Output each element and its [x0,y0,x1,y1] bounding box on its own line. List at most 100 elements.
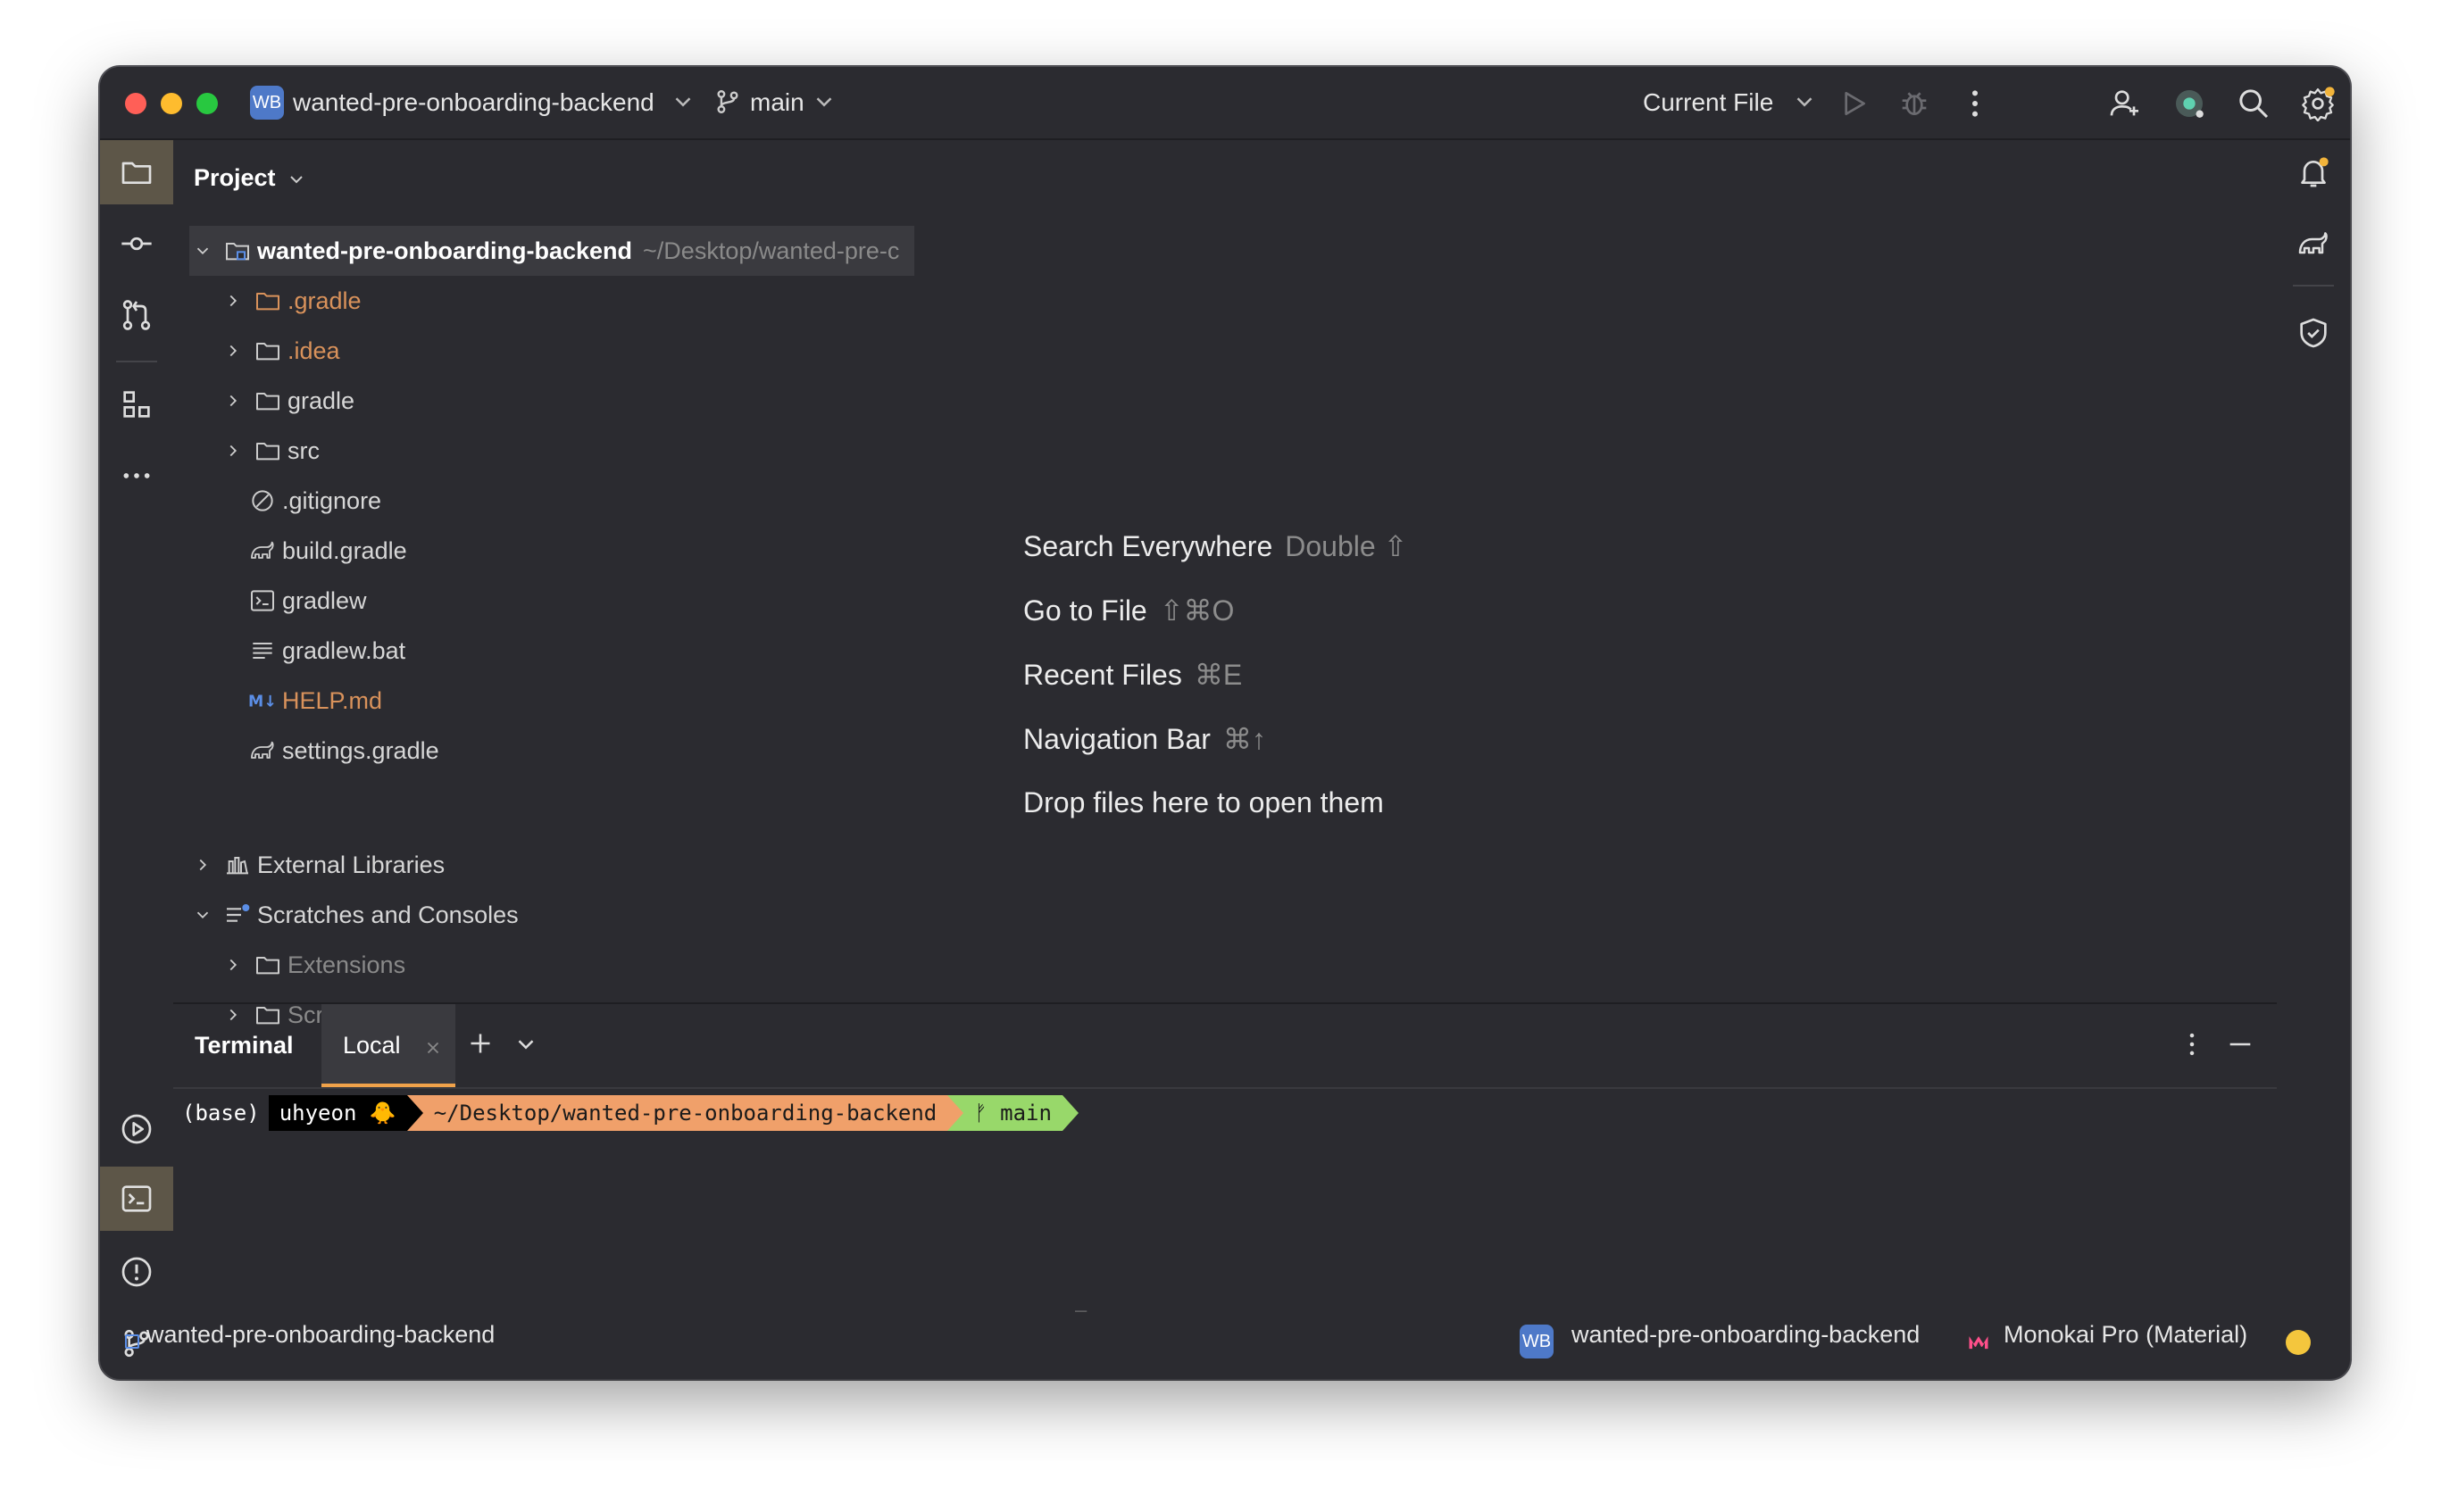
tree-row-gradle[interactable]: .gradle [220,276,362,326]
prompt-user: uhyeon 🐥 [268,1095,407,1131]
tree-row-gradle[interactable]: gradle [220,376,354,426]
code-with-me-icon[interactable] [2171,86,2207,121]
tree-row-gradlew[interactable]: gradlew [248,576,367,626]
status-project-badge: WB [1520,1325,1554,1358]
run-tool-button[interactable] [100,1097,173,1161]
terminal-tab-label[interactable]: Local [343,1032,401,1059]
status-project-name[interactable]: wanted-pre-onboarding-backend [1571,1321,1920,1349]
chevron-down-icon[interactable] [512,1031,539,1058]
chevron-down-icon[interactable] [1791,88,1818,115]
terminal-tool-button[interactable] [100,1167,173,1231]
tree-row-idea[interactable]: .idea [220,326,340,376]
tree-row-settings-gradle[interactable]: settings.gradle [248,726,439,776]
terminal-divider [173,1002,2277,1004]
chevron-down-icon[interactable] [193,241,212,261]
tree-row-scratches-consoles[interactable]: Scratches and Consoles [189,890,519,940]
folder-icon [256,293,279,311]
gradle-elephant-icon [2298,232,2328,254]
chevron-down-icon[interactable] [670,88,696,115]
tree-row-external-libraries[interactable]: External Libraries [189,840,445,890]
root-project-path: ~/Desktop/wanted-pre-c [643,237,900,264]
root-project-name: wanted-pre-onboarding-backend [257,237,633,264]
chevron-right-icon[interactable] [223,1005,243,1025]
hint-go-to-file: Go to File ⇧⌘O [1023,594,1235,627]
status-theme-name[interactable]: Monokai Pro (Material) [2004,1321,2247,1349]
tree-row-gitignore[interactable]: .gitignore [248,476,381,526]
status-project-breadcrumb[interactable]: wanted-pre-onboarding-backend [146,1321,495,1349]
chevron-right-icon[interactable] [223,341,243,361]
structure-icon [123,391,150,418]
tree-item-label: src [288,436,320,464]
tree-row-build-gradle[interactable]: build.gradle [248,526,407,576]
tree-item-label: .gitignore [282,486,382,514]
tree-item-label: gradlew [282,586,367,614]
run-icon[interactable] [1836,86,1871,121]
terminal-prompt[interactable]: (base) uhyeon 🐥 ~/Desktop/wanted-pre-onb… [182,1095,1079,1131]
gradle-elephant-icon [251,741,274,759]
chevron-down-icon[interactable] [286,169,307,190]
prompt-separator [947,1095,964,1131]
project-tool-button[interactable] [100,140,173,204]
commit-tool-button[interactable] [100,212,173,276]
pull-request-icon [122,300,151,330]
gradle-elephant-icon [251,541,274,559]
minimize-window-button[interactable] [161,93,182,114]
commit-icon [121,237,152,251]
chevron-right-icon[interactable] [223,391,243,411]
hint-recent-files: Recent Files ⌘E [1023,659,1243,691]
tree-item-label: .idea [288,336,340,364]
zoom-window-button[interactable] [196,93,218,114]
search-icon[interactable] [2236,86,2271,121]
structure-tool-button[interactable] [100,372,173,436]
folder-icon [256,443,279,461]
minimize-panel-icon[interactable] [2225,1029,2255,1059]
more-options-icon[interactable] [1957,86,1993,121]
more-tool-windows-button[interactable] [100,444,173,508]
shield-icon [2300,318,2327,348]
ignore-file-icon [252,490,273,511]
debug-icon[interactable] [1896,86,1932,121]
close-window-button[interactable] [125,93,146,114]
new-tab-plus-icon[interactable] [464,1027,496,1059]
chevron-down-icon[interactable] [193,905,212,925]
branch-icon [712,87,743,117]
security-tool-button[interactable] [2277,301,2350,365]
add-user-icon[interactable] [2107,86,2143,121]
branch-selector[interactable]: main [750,88,804,117]
markdown-icon: M↓ [248,694,277,711]
text-file-icon [253,643,272,659]
terminal-header-divider [173,1087,2277,1089]
chevron-right-icon[interactable] [223,441,243,461]
chevron-right-icon[interactable] [223,955,243,975]
module-square-icon [125,1334,139,1349]
chevron-down-icon[interactable] [811,88,838,115]
settings-gear-icon[interactable] [2300,86,2336,122]
gradle-tool-button[interactable] [2277,212,2350,276]
chevron-right-icon[interactable] [193,855,212,875]
pull-requests-tool-button[interactable] [100,283,173,347]
terminal-options-icon[interactable] [2177,1029,2207,1059]
run-circle-icon [121,1114,152,1144]
status-indicator-icon[interactable] [2286,1330,2311,1355]
shell-script-icon [251,590,274,611]
tree-row-extensions[interactable]: Extensions [220,940,405,990]
tree-item-label: gradlew.bat [282,636,406,664]
project-panel-title[interactable]: Project [194,164,307,192]
prompt-directory: ~/Desktop/wanted-pre-onboarding-backend [422,1095,948,1131]
notifications-button[interactable] [2277,140,2350,204]
problems-tool-button[interactable] [100,1240,173,1304]
tree-row-gradlew-bat[interactable]: gradlew.bat [248,626,405,676]
close-tab-icon[interactable] [423,1038,443,1058]
terminal-title: Terminal [195,1032,294,1059]
run-configuration-selector[interactable]: Current File [1643,88,1773,117]
tree-root-row[interactable]: wanted-pre-onboarding-backend ~/Desktop/… [189,226,914,276]
more-horizontal-icon [123,473,150,478]
tree-row-src[interactable]: src [220,426,320,476]
chevron-right-icon[interactable] [223,291,243,311]
bell-icon [2301,157,2329,187]
project-badge[interactable]: WB [250,86,284,120]
project-switcher[interactable]: wanted-pre-onboarding-backend [293,88,654,117]
folder-icon [256,393,279,411]
prompt-separator [406,1095,423,1131]
tree-row-help-md[interactable]: M↓ HELP.md [248,676,382,726]
